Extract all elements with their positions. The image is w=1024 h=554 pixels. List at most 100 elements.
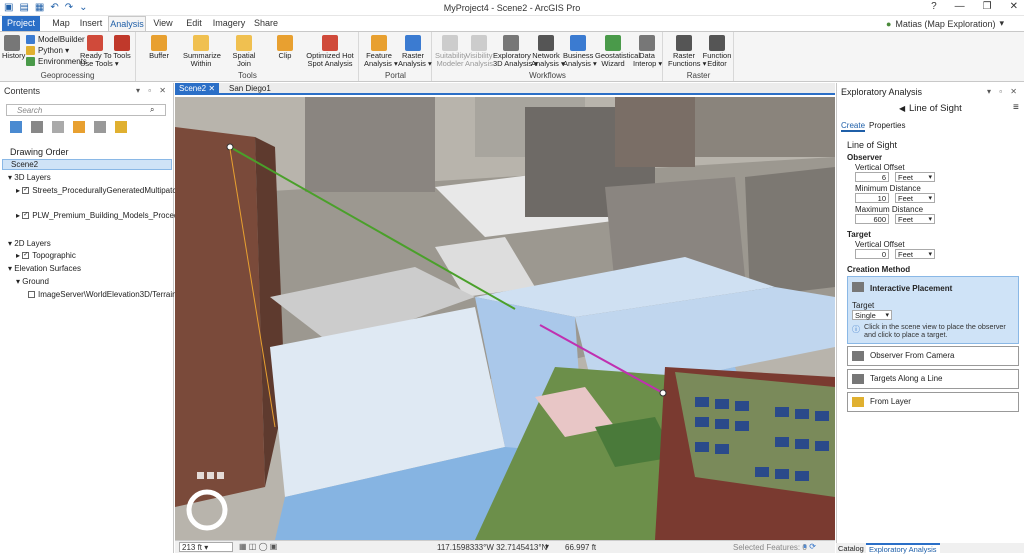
from-layer-option[interactable]: From Layer: [847, 392, 1019, 412]
min-distance-input[interactable]: 10: [855, 193, 889, 203]
tree-item-imageserver[interactable]: ImageServer\WorldElevation3D/Terrain3D: [28, 290, 187, 299]
exploratory-3d-button[interactable]: Exploratory 3D Analysis ▾: [493, 35, 538, 68]
tree-item-topographic[interactable]: ▸ ✓ Topographic: [16, 251, 76, 260]
tab-analysis[interactable]: Analysis: [108, 16, 146, 31]
status-nav-icons[interactable]: ▦ ◫ ◯ ▣: [239, 542, 277, 551]
tree-item-3d-layers[interactable]: ▾ 3D Layers: [8, 173, 51, 182]
geostatistical-wizard-button[interactable]: Geostatistical Wizard: [595, 35, 640, 68]
pane-controls[interactable]: ▾ ▫ ✕: [987, 87, 1020, 96]
buffer-button[interactable]: Buffer: [145, 35, 173, 60]
chevron-down-icon: ▾: [999, 18, 1004, 28]
max-distance-unit-select[interactable]: Feet: [895, 214, 935, 224]
data-interop-button[interactable]: Data Interop ▾: [633, 35, 662, 68]
observer-vo-input[interactable]: 6: [855, 172, 889, 182]
scale-select[interactable]: 213 ft ▾: [179, 542, 233, 552]
tree-item-elevation[interactable]: ▾ Elevation Surfaces: [8, 264, 81, 273]
tree-item-scene[interactable]: Scene2: [2, 159, 172, 170]
back-arrow-icon[interactable]: ◀: [899, 104, 905, 113]
tab-catalog[interactable]: Catalog: [838, 544, 864, 553]
list-by-snapping-icon[interactable]: [94, 121, 106, 133]
clip-button[interactable]: Clip: [273, 35, 297, 60]
targets-along-line-option[interactable]: Targets Along a Line: [847, 369, 1019, 389]
group-tools: Buffer Summarize Within Spatial Join Cli…: [137, 32, 359, 81]
tool-name: Line of Sight: [909, 103, 962, 114]
modelbuilder-button[interactable]: ModelBuilder: [26, 35, 85, 44]
business-analysis-button[interactable]: Business Analysis ▾: [563, 35, 597, 68]
python-button[interactable]: Python ▾: [26, 46, 69, 55]
raster-functions-icon: [676, 35, 692, 51]
ready-to-use-tools-button[interactable]: Ready To Use Tools ▾: [80, 35, 119, 68]
max-distance-input[interactable]: 600: [855, 214, 889, 224]
list-by-selection-icon[interactable]: [52, 121, 64, 133]
tab-create[interactable]: Create: [841, 121, 866, 132]
tab-view[interactable]: View: [148, 16, 178, 31]
buffer-icon: [151, 35, 167, 51]
network-analysis-button[interactable]: Network Analysis ▾: [531, 35, 565, 68]
help-button[interactable]: ?: [931, 1, 937, 12]
scene-canvas[interactable]: [175, 97, 835, 540]
tree-item-ground[interactable]: ▾ Ground: [16, 277, 49, 286]
refresh-icon[interactable]: ⏸ ⟳: [803, 542, 816, 552]
function-editor-button[interactable]: Function Editor: [702, 35, 732, 68]
tab-insert[interactable]: Insert: [76, 16, 106, 31]
list-by-editing-icon[interactable]: [73, 121, 85, 133]
tab-map[interactable]: Map: [46, 16, 76, 31]
interactive-placement-option[interactable]: Interactive Placement Target Single ⓘ Cl…: [847, 276, 1019, 344]
list-by-source-icon[interactable]: [31, 121, 43, 133]
tab-scene2[interactable]: Scene2 ✕: [175, 83, 220, 95]
scene-view[interactable]: [175, 97, 835, 540]
minimize-button[interactable]: —: [955, 1, 965, 12]
function-editor-icon: [709, 35, 725, 51]
tools-button[interactable]: Tools: [112, 35, 132, 60]
close-button[interactable]: ✕: [1010, 1, 1018, 12]
list-by-labeling-icon[interactable]: [115, 121, 127, 133]
tab-project[interactable]: Project: [2, 16, 40, 31]
toolbox-icon: [114, 35, 130, 51]
contents-search-input[interactable]: Search: [6, 104, 166, 116]
tab-edit[interactable]: Edit: [180, 16, 208, 31]
target-point[interactable]: [659, 389, 667, 397]
raster-functions-button[interactable]: Raster Functions ▾: [668, 35, 706, 68]
target-mode-select[interactable]: Single: [852, 310, 892, 320]
observer-vo-unit-select[interactable]: Feet: [895, 172, 935, 182]
min-distance-unit-select[interactable]: Feet: [895, 193, 935, 203]
spatial-join-button[interactable]: Spatial Join: [229, 35, 259, 68]
restore-button[interactable]: ❐: [983, 1, 992, 12]
optimized-hot-spot-button[interactable]: Optimized Hot Spot Analysis: [305, 35, 355, 68]
clip-icon: [277, 35, 293, 51]
raster-analysis-button[interactable]: Raster Analysis ▾: [398, 35, 432, 68]
drawing-order-heading: Drawing Order: [10, 147, 69, 157]
target-vo-unit-select[interactable]: Feet: [895, 249, 935, 259]
checkbox[interactable]: ✓: [22, 212, 30, 220]
suitability-modeler-button[interactable]: Suitability Modeler: [435, 35, 467, 68]
tab-imagery[interactable]: Imagery: [212, 16, 246, 31]
history-button[interactable]: History: [2, 35, 25, 60]
list-by-drawing-order-icon[interactable]: [10, 121, 22, 133]
search-icon[interactable]: ⌕: [150, 105, 154, 115]
tree-item-2d-layers[interactable]: ▾ 2D Layers: [8, 239, 51, 248]
modelbuilder-icon: [26, 35, 35, 44]
group-label: Tools: [238, 71, 257, 80]
user-account[interactable]: ● Matias (Map Exploration) ▾: [886, 18, 1004, 29]
menu-icon[interactable]: ≡: [1013, 102, 1019, 113]
tab-properties[interactable]: Properties: [869, 121, 905, 130]
feature-analysis-button[interactable]: Feature Analysis ▾: [364, 35, 398, 68]
observer-from-camera-option[interactable]: Observer From Camera: [847, 346, 1019, 366]
tab-share[interactable]: Share: [252, 16, 280, 31]
tab-san-diego1[interactable]: San Diego1: [225, 83, 275, 95]
visibility-analysis-button[interactable]: Visibility Analysis: [465, 35, 493, 68]
tree-item-streets[interactable]: ▸ ✓ Streets_ProcedurallyGeneratedMultipat…: [16, 186, 189, 195]
visibility-icon: [471, 35, 487, 51]
summarize-within-button[interactable]: Summarize Within: [183, 35, 221, 68]
feature-analysis-icon: [371, 35, 387, 51]
environments-button[interactable]: Environments: [26, 57, 87, 66]
suitability-icon: [442, 35, 458, 51]
chevron-down-icon[interactable]: ▾: [545, 542, 549, 551]
tab-exploratory-analysis[interactable]: Exploratory Analysis: [866, 543, 940, 554]
checkbox[interactable]: ✓: [22, 252, 30, 260]
target-vo-input[interactable]: 0: [855, 249, 889, 259]
checkbox[interactable]: [28, 291, 35, 299]
pane-controls[interactable]: ▾ ▫ ✕: [136, 86, 169, 95]
checkbox[interactable]: ✓: [22, 187, 30, 195]
selected-features-count: Selected Features: 0: [733, 543, 807, 552]
